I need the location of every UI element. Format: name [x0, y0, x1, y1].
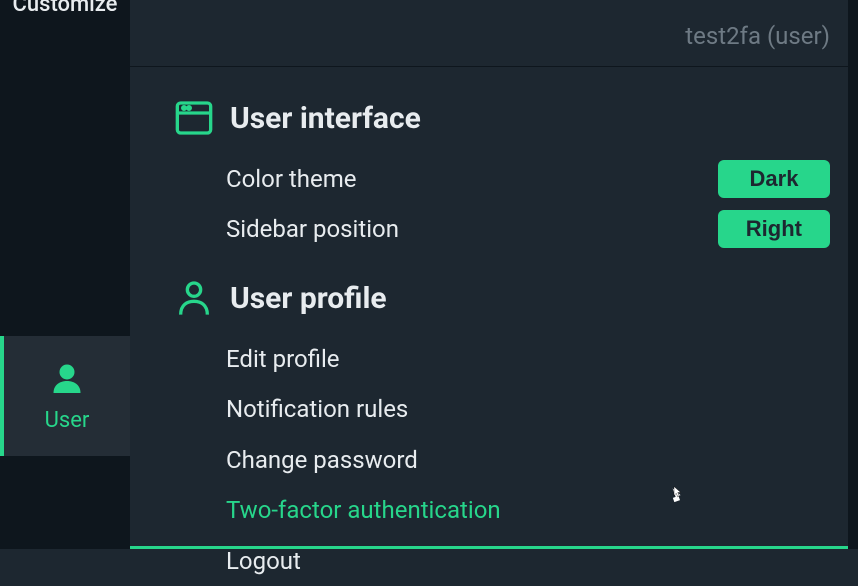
- current-user-indicator: test2fa (user): [685, 22, 830, 50]
- sidebar-item-customize[interactable]: Customize: [0, 0, 130, 17]
- two-factor-auth-link[interactable]: Two-factor authentication: [226, 485, 830, 535]
- sidebar-position-toggle[interactable]: Right: [718, 210, 830, 248]
- window-icon: [174, 98, 214, 138]
- sidebar-position-label: Sidebar position: [226, 215, 399, 243]
- main-panel: test2fa (user) User interface Color them…: [130, 0, 858, 549]
- section-title-profile: User profile: [230, 281, 387, 316]
- color-theme-toggle[interactable]: Dark: [718, 160, 830, 198]
- section-title-ui: User interface: [230, 101, 421, 136]
- edit-profile-link[interactable]: Edit profile: [226, 334, 830, 384]
- color-theme-row: Color theme Dark: [174, 154, 830, 204]
- sidebar-item-user[interactable]: User: [0, 336, 130, 456]
- change-password-link[interactable]: Change password: [226, 435, 830, 485]
- sidebar-item-label: User: [45, 408, 90, 433]
- right-edge: [848, 0, 858, 549]
- sidebar-position-row: Sidebar position Right: [174, 204, 830, 254]
- profile-icon: [174, 278, 214, 318]
- color-theme-label: Color theme: [226, 165, 357, 193]
- sidebar: Customize User: [0, 0, 130, 549]
- logout-link[interactable]: Logout: [226, 536, 830, 586]
- header-divider: [130, 66, 850, 67]
- notification-rules-link[interactable]: Notification rules: [226, 384, 830, 434]
- user-icon: [49, 360, 85, 400]
- section-user-interface: User interface Color theme Dark Sidebar …: [174, 98, 830, 254]
- section-user-profile: User profile Edit profile Notification r…: [174, 278, 830, 586]
